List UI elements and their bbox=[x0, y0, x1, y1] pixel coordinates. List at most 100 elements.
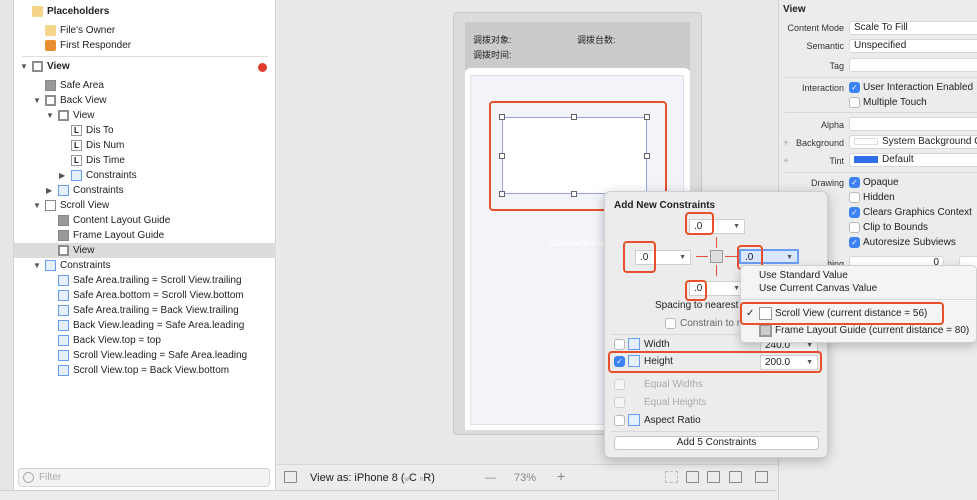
resolve-issues-icon[interactable] bbox=[729, 471, 742, 483]
alpha-field[interactable] bbox=[849, 117, 977, 131]
add-constraints-icon[interactable] bbox=[707, 471, 720, 483]
outline-item[interactable]: File's Owner bbox=[14, 23, 276, 38]
clears-graphics-checkbox[interactable]: ✓ bbox=[849, 207, 860, 218]
outline-item[interactable]: Frame Layout Guide bbox=[14, 228, 276, 243]
outline-item[interactable]: ▶ Constraints bbox=[14, 183, 276, 198]
highlight-height bbox=[608, 351, 822, 373]
multiple-touch-checkbox[interactable] bbox=[849, 97, 860, 108]
resize-handle[interactable] bbox=[499, 153, 505, 159]
outline-item[interactable]: Safe Area.trailing = Scroll View.trailin… bbox=[14, 273, 276, 288]
dis-num-label[interactable]: 调拨台数: bbox=[577, 33, 616, 46]
constrain-margins-checkbox[interactable] bbox=[665, 318, 676, 329]
hidden-checkbox[interactable] bbox=[849, 192, 860, 203]
update-frames-icon[interactable] bbox=[665, 471, 678, 483]
chevron-down-icon[interactable]: ▼ bbox=[733, 282, 740, 295]
toggle-outline-icon[interactable] bbox=[284, 471, 297, 483]
zoom-in-button[interactable]: + bbox=[557, 468, 565, 484]
selected-view[interactable] bbox=[499, 114, 650, 197]
multiple-touch-label: Multiple Touch bbox=[863, 97, 927, 108]
opaque-checkbox[interactable]: ✓ bbox=[849, 177, 860, 188]
outline-item[interactable]: ▼ Scroll View bbox=[14, 198, 276, 213]
semantic-select[interactable]: Unspecified bbox=[849, 39, 977, 53]
add-constraints-button[interactable]: Add 5 Constraints bbox=[614, 436, 819, 450]
leading-strut-toggle[interactable] bbox=[696, 256, 708, 257]
menu-item-frame-layout-guide[interactable]: Frame Layout Guide (current distance = 8… bbox=[775, 325, 969, 336]
zoom-out-button[interactable]: — bbox=[485, 472, 496, 484]
background-swatch bbox=[854, 137, 878, 145]
resize-handle[interactable] bbox=[499, 191, 505, 197]
disclosure-collapsed-icon[interactable]: ▶ bbox=[46, 183, 52, 198]
tag-field[interactable] bbox=[849, 58, 977, 72]
disclosure-expanded-icon[interactable]: ▼ bbox=[33, 93, 41, 108]
autoresize-checkbox[interactable]: ✓ bbox=[849, 237, 860, 248]
resize-handle[interactable] bbox=[571, 191, 577, 197]
back-view[interactable]: 调拨对象: 调拨台数: 调拨时间: bbox=[465, 22, 690, 70]
user-interaction-checkbox[interactable]: ✓ bbox=[849, 82, 860, 93]
outline-item[interactable]: ▼ Constraints bbox=[14, 258, 276, 273]
outline-item[interactable]: L Dis Num bbox=[14, 138, 276, 153]
background-label: Background bbox=[795, 138, 844, 148]
autoresize-label: Autoresize Subviews bbox=[863, 237, 956, 248]
canvas-toolbar: View as: iPhone 8 (wC hR) — 73% + bbox=[277, 464, 778, 490]
disclosure-expanded-icon[interactable]: ▼ bbox=[20, 59, 28, 74]
width-icon bbox=[628, 338, 640, 350]
outline-item[interactable]: Placeholders bbox=[14, 4, 276, 19]
bottom-bar bbox=[0, 490, 776, 500]
outline-item[interactable]: L Dis To bbox=[14, 123, 276, 138]
outline-item[interactable]: L Dis Time bbox=[14, 153, 276, 168]
outline-item-label: Safe Area.bottom = Scroll View.bottom bbox=[73, 290, 244, 301]
highlight-top bbox=[685, 212, 714, 235]
resize-handle[interactable] bbox=[499, 114, 505, 120]
view-as-button[interactable]: View as: iPhone 8 (wC hR) bbox=[310, 472, 435, 484]
outline-item[interactable]: Safe Area.bottom = Scroll View.bottom bbox=[14, 288, 276, 303]
chevron-down-icon[interactable]: ▼ bbox=[679, 251, 686, 264]
embed-in-icon[interactable] bbox=[755, 471, 768, 483]
outline-item[interactable]: ▶ Constraints bbox=[14, 168, 276, 183]
tint-label: Tint bbox=[829, 156, 844, 166]
disclosure-expanded-icon[interactable]: ▼ bbox=[33, 258, 41, 273]
aspect-ratio-checkbox[interactable] bbox=[614, 415, 625, 426]
menu-item-standard[interactable]: Use Standard Value bbox=[759, 270, 848, 281]
resize-handle[interactable] bbox=[644, 114, 650, 120]
tint-select[interactable]: Default bbox=[849, 153, 977, 167]
dis-to-label[interactable]: 调拨对象: bbox=[473, 33, 512, 46]
constraint-center-box bbox=[710, 250, 723, 263]
trailing-strut-toggle[interactable] bbox=[725, 256, 737, 257]
outline-item-label: Back View bbox=[60, 95, 107, 106]
outline-item-label: View bbox=[73, 110, 95, 121]
disclosure-expanded-icon[interactable]: ▼ bbox=[46, 108, 54, 123]
error-indicator-icon[interactable] bbox=[258, 63, 267, 72]
outline-item[interactable]: Safe Area.trailing = Back View.trailing bbox=[14, 303, 276, 318]
layout-guide-icon bbox=[58, 230, 69, 241]
width-checkbox[interactable] bbox=[614, 339, 625, 350]
dis-time-label[interactable]: 调拨时间: bbox=[473, 48, 512, 61]
outline-item[interactable]: ▼ Back View bbox=[14, 93, 276, 108]
outline-item[interactable]: Scroll View.leading = Safe Area.leading bbox=[14, 348, 276, 363]
equal-widths-checkbox[interactable] bbox=[614, 379, 625, 390]
outline-item[interactable]: First Responder bbox=[14, 38, 276, 53]
outline-item[interactable]: View bbox=[14, 243, 276, 258]
outline-item[interactable]: ▼ View bbox=[14, 59, 276, 74]
top-strut-toggle[interactable] bbox=[716, 237, 717, 248]
outline-item[interactable]: ▼ View bbox=[14, 108, 276, 123]
resize-handle[interactable] bbox=[571, 114, 577, 120]
outline-item[interactable]: Content Layout Guide bbox=[14, 213, 276, 228]
disclosure-collapsed-icon[interactable]: ▶ bbox=[59, 168, 65, 183]
content-mode-select[interactable]: Scale To Fill bbox=[849, 21, 977, 35]
divider bbox=[785, 112, 977, 113]
outline-item[interactable]: Scroll View.top = Back View.bottom bbox=[14, 363, 276, 378]
align-icon[interactable] bbox=[686, 471, 699, 483]
equal-heights-checkbox[interactable] bbox=[614, 397, 625, 408]
background-select[interactable]: System Background Color bbox=[849, 135, 977, 149]
disclosure-expanded-icon[interactable]: ▼ bbox=[33, 198, 41, 213]
clip-to-bounds-checkbox[interactable] bbox=[849, 222, 860, 233]
outline-item[interactable]: Back View.leading = Safe Area.leading bbox=[14, 318, 276, 333]
filter-input[interactable]: Filter bbox=[18, 468, 270, 487]
menu-item-canvas[interactable]: Use Current Canvas Value bbox=[759, 283, 877, 294]
resize-handle[interactable] bbox=[644, 153, 650, 159]
chevron-down-icon[interactable]: ▼ bbox=[733, 220, 740, 233]
bottom-strut-toggle[interactable] bbox=[716, 265, 717, 276]
chevron-down-icon[interactable]: ▼ bbox=[786, 251, 793, 264]
outline-item[interactable]: Back View.top = top bbox=[14, 333, 276, 348]
outline-item[interactable]: Safe Area bbox=[14, 78, 276, 93]
